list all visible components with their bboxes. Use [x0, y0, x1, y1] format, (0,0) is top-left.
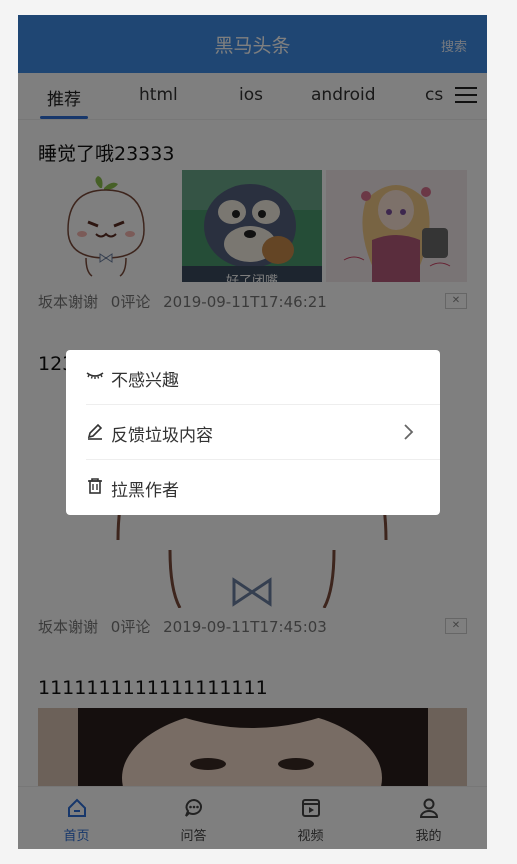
not-interested-label: 不感兴趣 [111, 371, 179, 391]
chevron-right-icon [404, 424, 414, 440]
pencil-icon [87, 423, 103, 440]
not-interested-option[interactable]: 不感兴趣 [66, 350, 440, 405]
report-spam-label: 反馈垃圾内容 [111, 426, 213, 446]
block-author-option[interactable]: 拉黑作者 [66, 460, 440, 515]
trash-icon [88, 478, 102, 494]
app-screen: 黑马头条 搜索 推荐 html ios android cs 睡觉了哦23333 [18, 15, 487, 849]
block-author-label: 拉黑作者 [111, 481, 179, 501]
closed-eye-icon [86, 372, 104, 379]
report-spam-option[interactable]: 反馈垃圾内容 [66, 405, 440, 460]
article-action-popup: 不感兴趣 反馈垃圾内容 拉黑作者 [66, 350, 440, 515]
